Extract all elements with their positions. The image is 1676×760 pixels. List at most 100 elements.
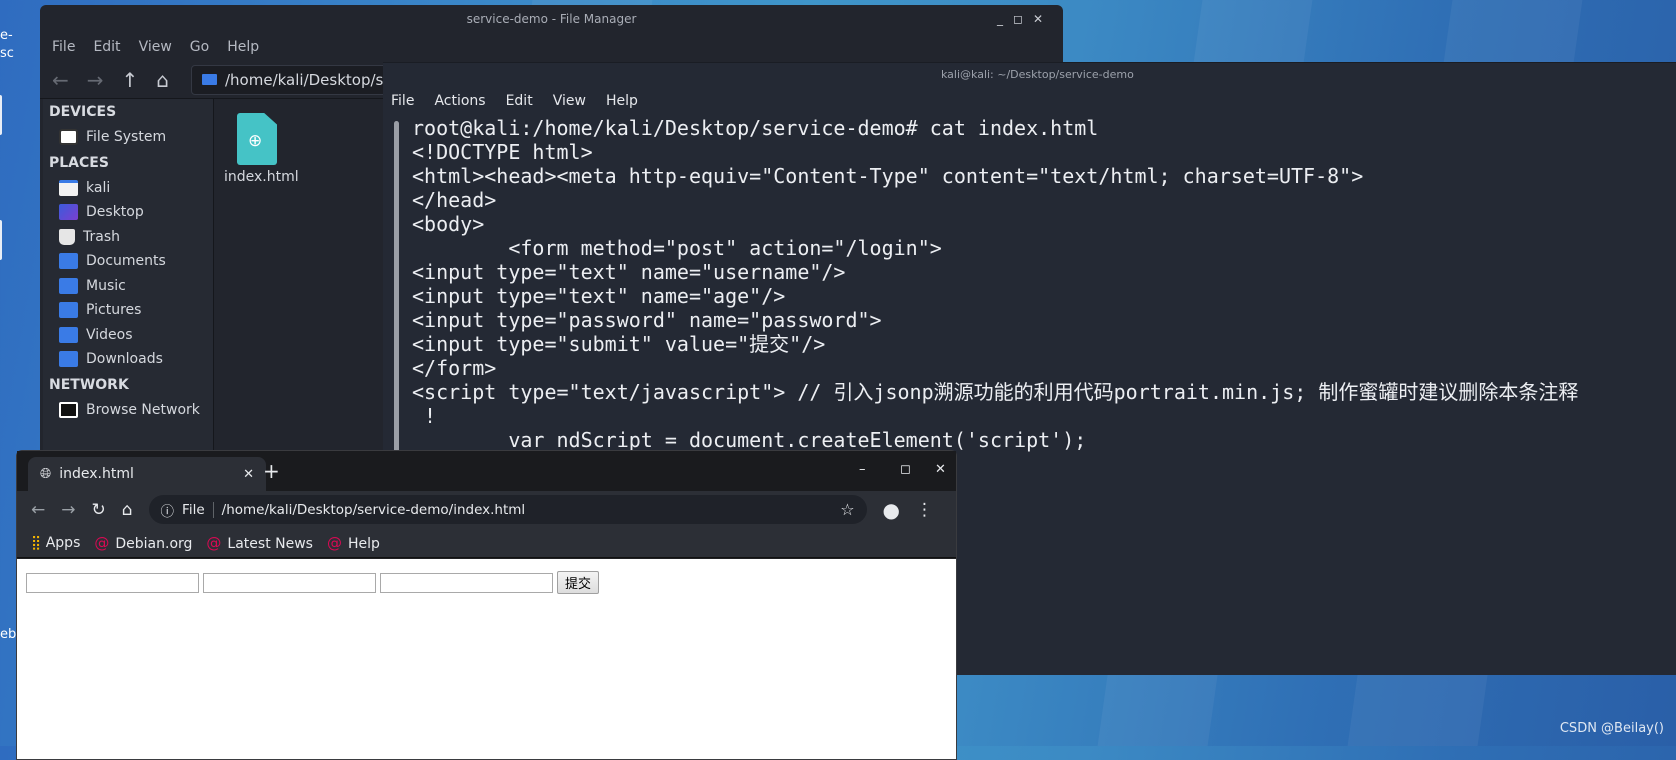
terminal-output[interactable]: root@kali:/home/kali/Desktop/service-dem…: [412, 116, 1578, 452]
username-input[interactable]: [26, 573, 199, 593]
menu-file[interactable]: File: [391, 93, 414, 109]
menu-view[interactable]: View: [553, 93, 586, 109]
trash-icon: [59, 228, 75, 245]
sidebar-item-videos[interactable]: Videos: [43, 323, 213, 348]
desktop-label: sc: [0, 46, 14, 61]
up-icon[interactable]: ↑: [122, 68, 139, 92]
terminal-line: var ndScript = document.createElement('s…: [412, 428, 1087, 452]
terminal-line: <!DOCTYPE html>: [412, 140, 593, 164]
file-name: index.html: [224, 169, 299, 185]
menu-go[interactable]: Go: [190, 39, 209, 55]
sidebar-item-music[interactable]: Music: [43, 274, 213, 299]
home-folder-icon: [59, 179, 78, 196]
terminal-title: kali@kali: ~/Desktop/service-demo: [941, 68, 1134, 81]
pictures-folder-icon: [59, 302, 78, 319]
tab-index-html[interactable]: 🌐︎ index.html ✕: [28, 457, 266, 491]
terminal-line: root@kali:/home/kali/Desktop/service-dem…: [412, 116, 1099, 140]
maximize-icon[interactable]: ◻: [1013, 12, 1033, 26]
menu-file[interactable]: File: [52, 39, 75, 55]
page-content: 提交: [17, 559, 956, 759]
apps-grid-icon: ⣿: [31, 534, 46, 551]
sidebar-item-file-system[interactable]: File System: [43, 125, 213, 150]
sidebar-item-trash[interactable]: Trash: [43, 225, 213, 250]
sidebar-item-kali[interactable]: kali: [43, 176, 213, 201]
terminal-line: <html><head><meta http-equiv="Content-Ty…: [412, 164, 1364, 188]
sidebar-item-downloads[interactable]: Downloads: [43, 347, 213, 372]
network-icon: [59, 401, 78, 418]
menu-help[interactable]: Help: [227, 39, 259, 55]
window-title: service-demo - File Manager: [466, 12, 637, 26]
music-folder-icon: [59, 277, 78, 294]
bookmark-help[interactable]: @ Help: [327, 534, 380, 552]
documents-folder-icon: [59, 253, 78, 270]
globe-icon: 🌐︎: [40, 466, 52, 482]
browser-toolbar: ← → ↻ ⌂ ⓘ File /home/kali/Desktop/servic…: [17, 491, 956, 528]
address-bar[interactable]: ⓘ File /home/kali/Desktop/service-demo/i…: [148, 495, 867, 524]
desktop-icon-1[interactable]: [0, 95, 2, 135]
bookmark-latest-news[interactable]: @ Latest News: [206, 534, 313, 552]
new-tab-button[interactable]: +: [263, 459, 280, 483]
sidebar-item-label: File System: [86, 129, 167, 146]
bookmark-debian[interactable]: @ Debian.org: [94, 534, 192, 552]
close-icon[interactable]: ✕: [1033, 12, 1053, 26]
menu-help[interactable]: Help: [606, 93, 638, 109]
home-icon[interactable]: ⌂: [156, 68, 169, 92]
back-icon[interactable]: ←: [31, 500, 45, 520]
sidebar-item-label: Desktop: [86, 204, 144, 221]
sidebar-item-label: Pictures: [86, 302, 142, 319]
menu-actions[interactable]: Actions: [434, 93, 485, 109]
terminal-line: </head>: [412, 188, 497, 212]
desktop-label: eb: [0, 627, 17, 642]
browser-window: 🌐︎ index.html ✕ + – ◻ ✕ ← → ↻ ⌂ ⓘ File /…: [16, 450, 957, 760]
minimize-icon[interactable]: _: [997, 12, 1013, 26]
sidebar-header-places: PLACES: [49, 154, 109, 171]
scheme-label: File: [182, 501, 205, 518]
reload-icon[interactable]: ↻: [92, 500, 106, 520]
sidebar-item-label: Trash: [83, 228, 120, 245]
password-input[interactable]: [380, 573, 553, 593]
close-tab-icon[interactable]: ✕: [243, 467, 254, 482]
submit-button[interactable]: 提交: [557, 571, 600, 594]
terminal-line: </form>: [412, 356, 497, 380]
debian-swirl-icon: @: [94, 533, 110, 552]
desktop-icon: [59, 204, 78, 221]
folder-icon: [202, 74, 217, 85]
close-icon[interactable]: ✕: [935, 462, 946, 477]
home-icon[interactable]: ⌂: [122, 500, 133, 520]
terminal-line: <form method="post" action="/login">: [412, 236, 942, 260]
back-icon[interactable]: ←: [52, 68, 69, 92]
desktop-icon-2[interactable]: [0, 220, 2, 260]
menu-icon[interactable]: ⋮: [916, 500, 933, 520]
menu-view[interactable]: View: [139, 39, 172, 55]
maximize-icon[interactable]: ◻: [900, 462, 911, 477]
profile-icon[interactable]: ●: [883, 498, 900, 522]
terminal-line: <input type="submit" value="提交"/>: [412, 332, 826, 356]
sidebar-item-label: Documents: [86, 253, 166, 270]
sidebar-item-documents[interactable]: Documents: [43, 249, 213, 274]
age-input[interactable]: [203, 573, 376, 593]
tab-strip: 🌐︎ index.html ✕ + – ◻ ✕: [17, 451, 956, 491]
forward-icon[interactable]: →: [61, 500, 75, 520]
sidebar-header-network: NETWORK: [49, 376, 129, 393]
window-titlebar[interactable]: service-demo - File Manager _◻✕: [40, 5, 1063, 33]
html-file-icon: ⊕: [237, 113, 277, 165]
videos-folder-icon: [59, 326, 78, 343]
sidebar-item-desktop[interactable]: Desktop: [43, 200, 213, 225]
downloads-folder-icon: [59, 351, 78, 368]
sidebar-item-pictures[interactable]: Pictures: [43, 298, 213, 323]
url-text: /home/kali/Desktop/service-demo/index.ht…: [221, 501, 526, 518]
sidebar-item-label: Downloads: [86, 351, 163, 368]
menu-edit[interactable]: Edit: [506, 93, 533, 109]
sidebar-item-label: Videos: [86, 326, 133, 343]
bookmarks-bar: ⣿ Apps @ Debian.org @ Latest News @ Help: [17, 528, 956, 558]
forward-icon[interactable]: →: [87, 68, 104, 92]
menu-edit[interactable]: Edit: [93, 39, 120, 55]
sidebar-item-label: Music: [86, 277, 126, 294]
bookmark-apps[interactable]: ⣿ Apps: [31, 535, 80, 551]
terminal-line: <input type="password" name="password">: [412, 308, 882, 332]
bookmark-star-icon[interactable]: ☆: [840, 500, 854, 519]
watermark: CSDN @Beilay(): [1559, 721, 1664, 736]
sidebar-item-browse-network[interactable]: Browse Network: [43, 398, 213, 423]
minimize-icon[interactable]: –: [859, 462, 866, 477]
info-icon: ⓘ: [160, 503, 175, 520]
